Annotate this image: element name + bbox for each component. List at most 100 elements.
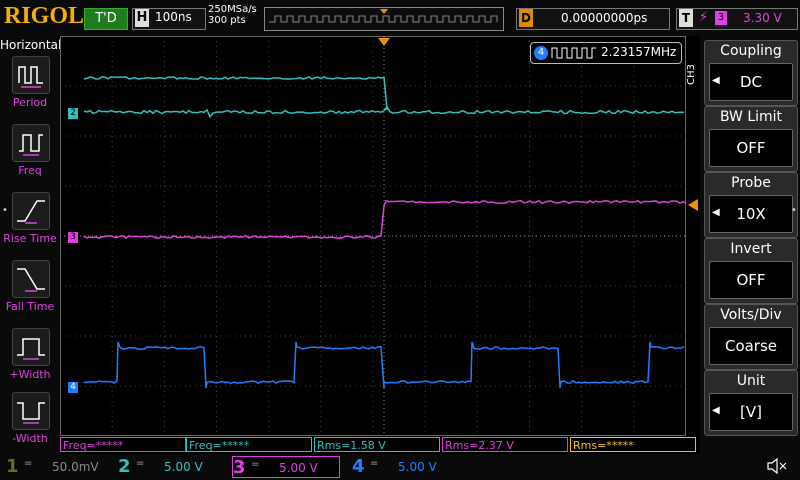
freq-icon [12,124,50,162]
menu-item-value-box[interactable]: ◀ [V] [709,393,793,431]
measurement-3: Rms=2.37 V [442,437,568,452]
sample-rate: 250MSa/s [208,4,257,15]
measure-positive-width-item[interactable]: +Width [0,328,60,392]
ch3-trace [84,201,686,238]
trigger-position-marker [378,38,390,46]
menu-item-value-box[interactable]: ◀ 10X [709,195,793,233]
rising-edge-icon: ⚡ [699,10,708,25]
coupling-icon: = [251,459,259,470]
trigger-source: 3 [715,11,727,25]
channel-number: 2 [118,456,131,478]
measure-fall-time-item[interactable]: Fall Time [0,260,60,324]
measurement-4: Rms=***** [570,437,696,452]
menu-item-value: Coarse [710,337,792,355]
menu-item-volts-div[interactable]: Volts/Div Coarse [704,304,798,370]
measure-negative-width-item[interactable]: -Width [0,392,60,456]
menu-item-value-box[interactable]: OFF [709,261,793,299]
rise-time-icon [12,192,50,230]
menu-item-value: DC [710,73,792,91]
measure-period-label: Period [0,96,60,109]
ch2-upper-trace [84,77,387,110]
measure-freq-label: Freq [0,164,60,177]
freq-counter-value: 2.23157MHz [601,45,676,59]
menu-item-value-box[interactable]: OFF [709,129,793,167]
fall-time-icon [12,260,50,298]
channel-number: 4 [352,456,365,478]
menu-item-title: BW Limit [705,109,797,125]
measurement-1: Freq=***** [186,437,312,452]
coupling-icon: = [136,458,144,469]
menu-item-coupling[interactable]: Coupling ◀ DC [704,40,798,106]
rigol-logo: RIGOL [4,3,84,30]
menu-title: Horizontal [0,38,60,52]
trigger-position-icon [380,9,388,14]
measure-period-item[interactable]: Period [0,56,60,120]
trigger-level: 3.30 V [743,11,782,25]
measure-rise-time-item[interactable]: Rise Time [0,192,60,256]
menu-item-value: OFF [710,139,792,157]
measure-positive-width-label: +Width [0,368,60,381]
channel-3-status[interactable]: 3 = 5.00 V [232,456,340,478]
ch4-ground-marker[interactable]: 4 [68,382,78,393]
menu-item-probe[interactable]: Probe ◀ 10X [704,172,798,238]
measure-negative-width-label: -Width [0,432,60,445]
ch3-ground-marker[interactable]: 3 [68,232,78,243]
trigger-level-marker[interactable] [688,199,698,211]
channel-scale: 5.00 V [398,460,437,474]
timebase-key: H [135,9,149,27]
delay-key: D [519,9,533,27]
measure-fall-time-label: Fall Time [0,300,60,313]
negative-width-icon [12,392,50,430]
menu-item-value-box[interactable]: Coarse [709,327,793,365]
measurement-0: Freq=***** [60,437,186,452]
menu-item-title: Volts/Div [705,307,797,323]
channel-scale: 50.0mV [52,460,99,474]
channel-4-status[interactable]: 4 = 5.00 V [352,456,460,478]
horizontal-measure-menu: Horizontal Period Freq Rise Time Fall Ti… [0,36,60,456]
timebase-value: 100ns [155,10,192,24]
menu-item-value: [V] [710,403,792,421]
channel-tag: CH3 [686,64,700,85]
channel-scale: 5.00 V [279,461,318,475]
menu-item-bw-limit[interactable]: BW Limit OFF [704,106,798,172]
timebase-box[interactable]: H 100ns [132,8,206,30]
waveform-memory-strip[interactable] [264,7,504,31]
menu-item-title: Coupling [705,43,797,59]
menu-item-title: Invert [705,241,797,257]
frequency-counter: 4 2.23157MHz [530,42,682,64]
measure-freq-item[interactable]: Freq [0,124,60,188]
trigger-status-badge: T'D [84,8,128,30]
waveform-display[interactable] [60,36,686,436]
ch2-ground-marker[interactable]: 2 [68,108,78,119]
trigger-box[interactable]: T ⚡ 3 3.30 V [676,8,798,30]
freq-counter-channel: 4 [534,46,548,60]
menu-item-invert[interactable]: Invert OFF [704,238,798,304]
memory-depth: 300 pts [208,15,257,26]
channel-number: 3 [233,457,246,479]
memory-strip-graphic [265,8,503,30]
menu-item-value: 10X [710,205,792,223]
measurement-2: Rms=1.58 V [314,437,440,452]
channel-number: 1 [6,456,19,478]
delay-box[interactable]: D 0.00000000ps [516,8,670,30]
delay-value: 0.00000000ps [561,11,647,25]
coupling-icon: = [370,458,378,469]
positive-width-icon [12,328,50,366]
coupling-icon: = [24,458,32,469]
menu-item-unit[interactable]: Unit ◀ [V] [704,370,798,436]
speaker-mute-icon[interactable] [766,457,788,475]
menu-item-title: Probe [705,175,797,191]
left-scroll-dots: • [2,205,8,216]
menu-scroll-dots: • [791,205,797,216]
square-wave-icon [551,46,597,60]
channel-scale: 5.00 V [164,460,203,474]
trigger-key: T [679,9,693,27]
menu-item-title: Unit [705,373,797,389]
menu-item-value-box[interactable]: ◀ DC [709,63,793,101]
channel-1-status[interactable]: 1 = 50.0mV [6,456,114,478]
period-icon [12,56,50,94]
channel-2-status[interactable]: 2 = 5.00 V [118,456,226,478]
measure-rise-time-label: Rise Time [0,232,60,245]
sample-info: 250MSa/s 300 pts [208,4,257,26]
menu-item-value: OFF [710,271,792,289]
